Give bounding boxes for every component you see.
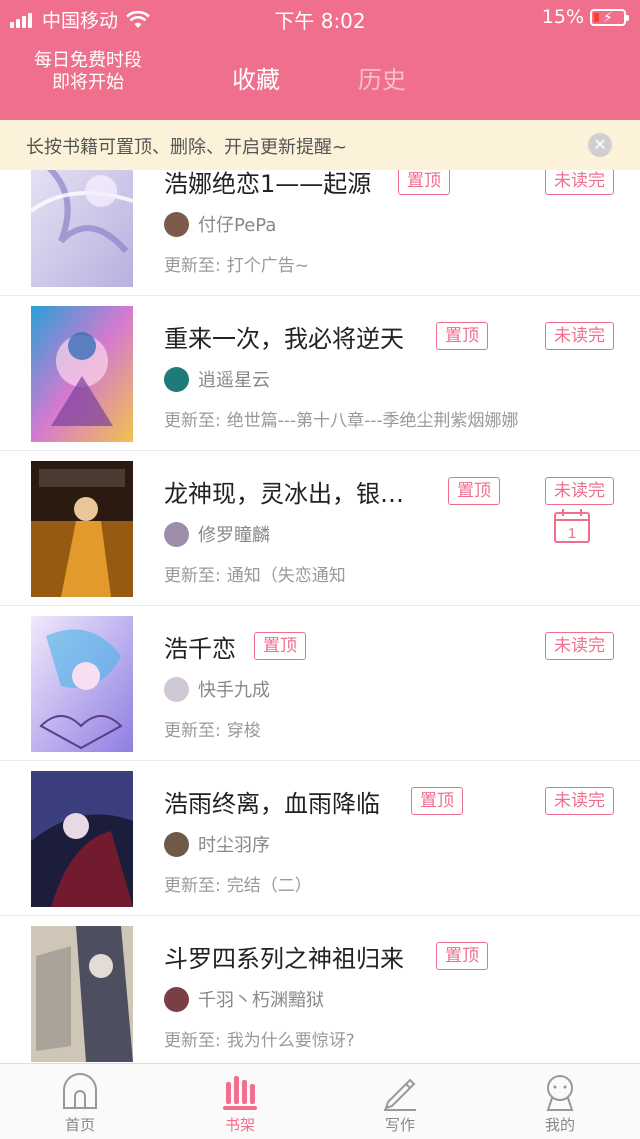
tab-profile[interactable]: 我的 <box>480 1064 640 1139</box>
author-avatar <box>164 832 189 857</box>
unread-badge: 未读完 <box>545 170 614 195</box>
unread-badge: 未读完 <box>545 322 614 350</box>
update-text: 通知（失恋通知 <box>226 566 346 586</box>
battery-icon: ⚡ <box>590 8 629 26</box>
author-avatar <box>164 522 189 547</box>
book-cover <box>31 306 133 442</box>
latest-update: 更新至: 完结（二） <box>164 871 312 896</box>
tip-banner: 长按书籍可置顶、删除、开启更新提醒~ ✕ <box>0 120 640 170</box>
update-text: 穿梭 <box>226 721 261 741</box>
unread-badge: 未读完 <box>545 632 614 660</box>
tip-text: 长按书籍可置顶、删除、开启更新提醒~ <box>26 137 348 158</box>
update-text: 我为什么要惊讶? <box>226 1031 355 1051</box>
calendar-number: 1 <box>568 525 576 542</box>
app-header: 中国移动 下午 8:02 15% ⚡ 每日免费时段 即将开始 收藏 历史 <box>0 0 640 120</box>
unread-badge: 未读完 <box>545 477 614 505</box>
tab-home-label: 首页 <box>64 1116 95 1134</box>
tab-history[interactable]: 历史 <box>358 60 406 95</box>
book-cover <box>31 926 133 1062</box>
tab-bookshelf-label: 书架 <box>224 1116 255 1134</box>
pencil-icon <box>384 1078 416 1111</box>
home-icon <box>63 1073 97 1109</box>
book-cover <box>31 771 133 907</box>
book-title: 龙神现，灵冰出，银… <box>164 480 404 508</box>
calendar-reminder-icon[interactable]: 1 <box>553 508 591 544</box>
status-bar: 中国移动 下午 8:02 15% ⚡ <box>0 0 640 36</box>
update-label: 更新至: <box>164 256 221 276</box>
author-name: 逍遥星云 <box>198 370 270 391</box>
book-title: 浩千恋 <box>164 635 236 663</box>
tab-write[interactable]: 写作 <box>320 1064 480 1139</box>
book-item[interactable]: 斗罗四系列之神祖归来 置顶 千羽丶朽渊黯狱 更新至: 我为什么要惊讶? <box>0 916 640 1063</box>
update-label: 更新至: <box>164 1031 221 1051</box>
update-text: 完结（二） <box>226 876 312 896</box>
book-item[interactable]: 龙神现，灵冰出，银… 置顶 未读完 修罗瞳麟 更新至: 通知（失恋通知 1 <box>0 451 640 606</box>
update-text: 绝世篇---第十八章---季绝尘荆紫烟娜娜 <box>226 411 519 431</box>
author-name: 付仔PePa <box>198 215 277 236</box>
close-icon[interactable]: ✕ <box>588 133 612 157</box>
latest-update: 更新至: 我为什么要惊讶? <box>164 1026 355 1051</box>
author-name: 修罗瞳麟 <box>198 525 270 546</box>
author-avatar <box>164 677 189 702</box>
latest-update: 更新至: 打个广告~ <box>164 251 309 276</box>
free-period-promo[interactable]: 每日免费时段 即将开始 <box>18 50 158 94</box>
pinned-badge: 置顶 <box>436 942 488 970</box>
tab-home[interactable]: 首页 <box>0 1064 160 1139</box>
bookshelf-list: 浩娜绝恋1——起源 置顶 未读完 付仔PePa 更新至: 打个广告~ 重来一次，我… <box>0 170 640 1063</box>
author-avatar <box>164 987 189 1012</box>
promo-line-2: 即将开始 <box>52 72 124 93</box>
author-name: 千羽丶朽渊黯狱 <box>198 990 324 1011</box>
book-item[interactable]: 浩千恋 置顶 未读完 快手九成 更新至: 穿梭 <box>0 606 640 761</box>
update-label: 更新至: <box>164 411 221 431</box>
pinned-badge: 置顶 <box>436 322 488 350</box>
update-label: 更新至: <box>164 721 221 741</box>
profile-icon <box>546 1075 574 1111</box>
book-item[interactable]: 重来一次，我必将逆天 置顶 未读完 逍遥星云 更新至: 绝世篇---第十八章---… <box>0 296 640 451</box>
pinned-badge: 置顶 <box>411 787 463 815</box>
pinned-badge: 置顶 <box>254 632 306 660</box>
promo-line-1: 每日免费时段 <box>34 50 142 71</box>
book-title: 浩娜绝恋1——起源 <box>164 170 372 198</box>
tab-profile-label: 我的 <box>544 1116 575 1134</box>
update-label: 更新至: <box>164 566 221 586</box>
author-name: 时尘羽序 <box>198 835 270 856</box>
battery-percent: 15% <box>541 6 584 28</box>
book-item[interactable]: 浩娜绝恋1——起源 置顶 未读完 付仔PePa 更新至: 打个广告~ <box>0 170 640 296</box>
book-title: 斗罗四系列之神祖归来 <box>164 945 404 973</box>
update-label: 更新至: <box>164 876 221 896</box>
bottom-tab-bar: 首页 书架 写作 我的 <box>0 1063 640 1139</box>
book-cover <box>31 170 133 287</box>
pinned-badge: 置顶 <box>448 477 500 505</box>
book-title: 浩雨终离，血雨降临 <box>164 790 380 818</box>
author-name: 快手九成 <box>198 680 270 701</box>
tab-favorites[interactable]: 收藏 <box>232 60 280 95</box>
bookshelf-icon <box>223 1076 257 1110</box>
book-cover <box>31 461 133 597</box>
book-item[interactable]: 浩雨终离，血雨降临 置顶 未读完 时尘羽序 更新至: 完结（二） <box>0 761 640 916</box>
latest-update: 更新至: 穿梭 <box>164 716 261 741</box>
author-avatar <box>164 367 189 392</box>
book-cover <box>31 616 133 752</box>
latest-update: 更新至: 通知（失恋通知 <box>164 561 346 586</box>
pinned-badge: 置顶 <box>398 170 450 195</box>
update-text: 打个广告~ <box>226 256 309 276</box>
author-avatar <box>164 212 189 237</box>
tab-bookshelf[interactable]: 书架 <box>160 1064 320 1139</box>
book-title: 重来一次，我必将逆天 <box>164 325 404 353</box>
unread-badge: 未读完 <box>545 787 614 815</box>
latest-update: 更新至: 绝世篇---第十八章---季绝尘荆紫烟娜娜 <box>164 406 519 431</box>
tab-write-label: 写作 <box>384 1116 415 1134</box>
